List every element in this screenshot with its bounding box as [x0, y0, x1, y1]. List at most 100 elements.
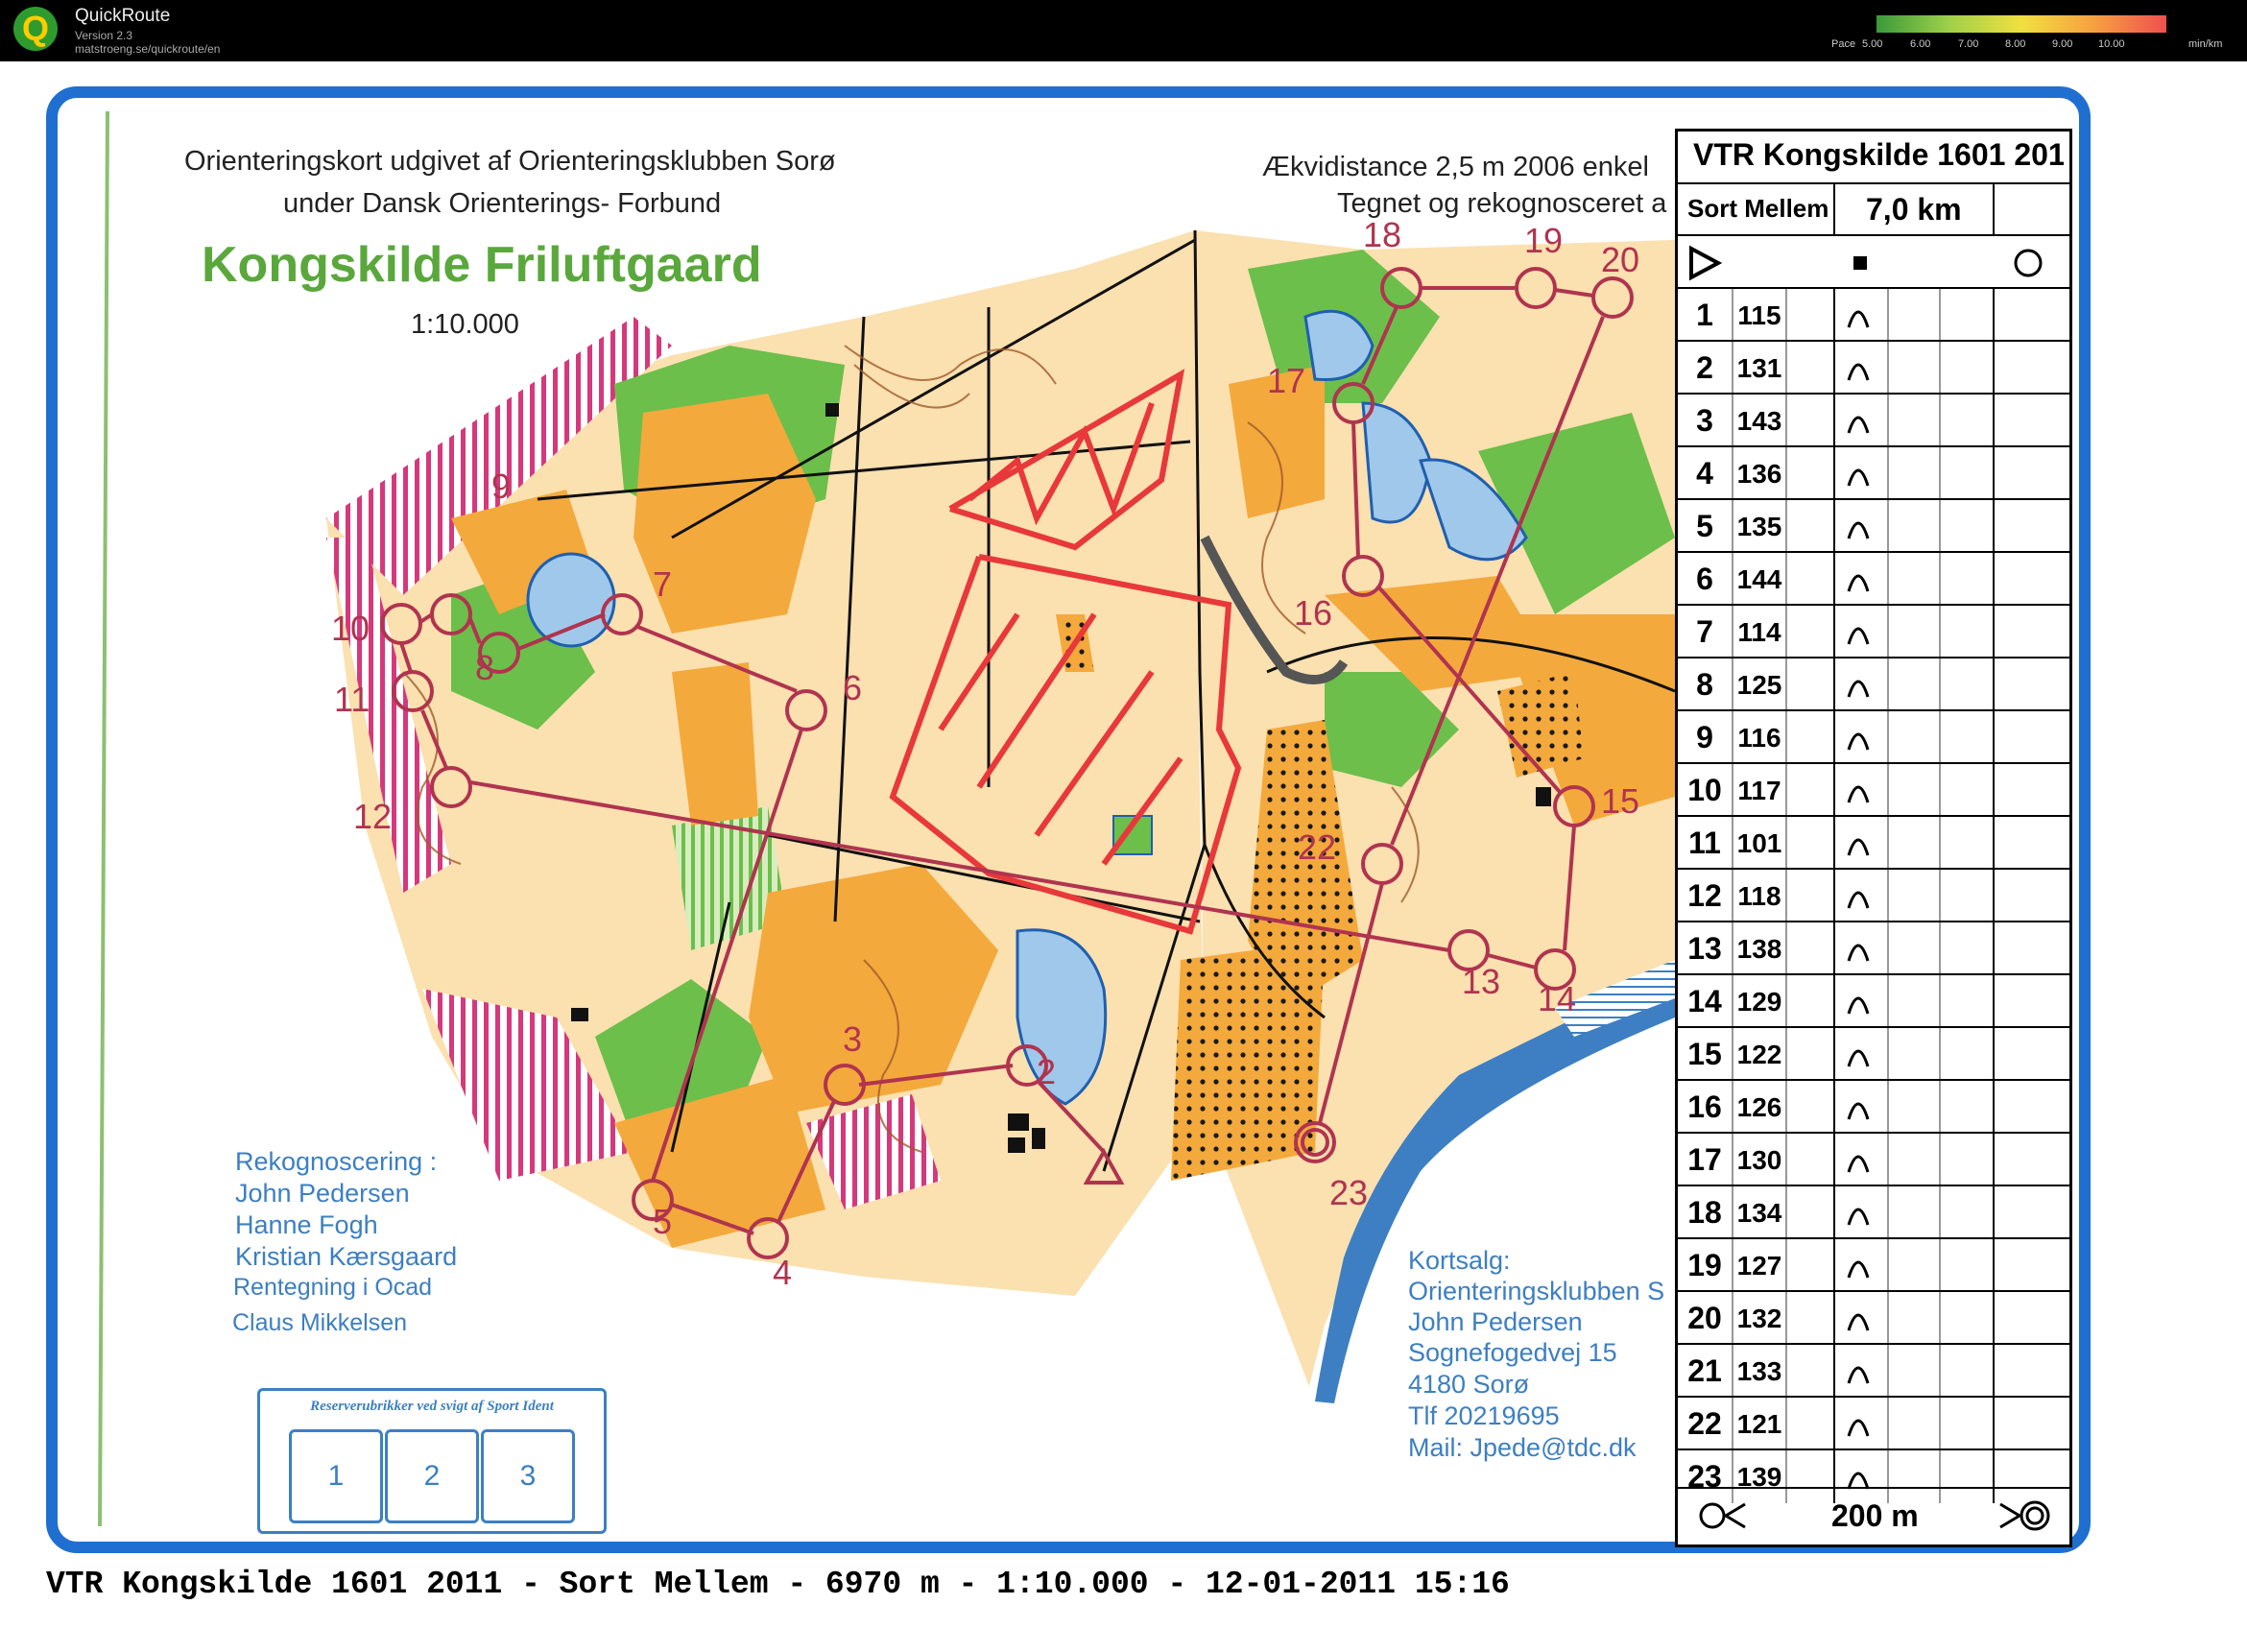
feature-icon — [1847, 1155, 1870, 1173]
control-number: 4 — [1696, 456, 1713, 491]
control-code: 118 — [1737, 881, 1781, 911]
feature-icon — [1847, 310, 1870, 328]
control-number: 7 — [1696, 614, 1713, 649]
control-label: 4 — [773, 1253, 793, 1292]
control-row: 16 126 — [1678, 1079, 2069, 1134]
control-row: 4 136 — [1678, 445, 2069, 500]
control-label: 23 — [1329, 1173, 1369, 1212]
control-number: 16 — [1687, 1089, 1722, 1124]
feature-icon — [1847, 1102, 1870, 1120]
control-number: 8 — [1696, 667, 1713, 702]
pace-tick: 10.00 — [2098, 38, 2125, 50]
control-row: 1 115 — [1678, 287, 2069, 342]
start-triangle-icon — [1689, 245, 1723, 281]
control-number: 11 — [1688, 826, 1721, 860]
location-icon — [2014, 249, 2043, 277]
credits-title: Rekognoscering : — [235, 1147, 438, 1176]
feature-icon — [1847, 1419, 1870, 1437]
control-label: 6 — [843, 668, 863, 707]
feature-icon — [1847, 468, 1870, 487]
control-number: 14 — [1687, 984, 1722, 1018]
control-label: 15 — [1601, 781, 1640, 821]
control-label: 2 — [1037, 1052, 1057, 1091]
control-label: 5 — [653, 1202, 673, 1241]
control-row: 10 117 — [1678, 762, 2069, 817]
feature-icon — [1847, 785, 1870, 803]
control-code: 130 — [1736, 1145, 1782, 1175]
course-length: 7,0 km — [1866, 192, 1962, 227]
control-code: 116 — [1737, 723, 1781, 753]
feature-icon — [1847, 1313, 1870, 1331]
control-number: 19 — [1687, 1248, 1722, 1282]
control-label: 12 — [353, 797, 393, 836]
sales-line: Sognefogedvej 15 — [1408, 1338, 1617, 1367]
control-label: 19 — [1524, 221, 1564, 260]
control-number: 13 — [1687, 931, 1722, 966]
control-row: 7 114 — [1678, 604, 2069, 658]
control-number: 6 — [1696, 562, 1713, 596]
control-number: 18 — [1687, 1195, 1722, 1230]
control-label: 13 — [1462, 962, 1501, 1001]
control-row: 20 132 — [1678, 1290, 2069, 1345]
pace-unit: min/km — [2188, 38, 2223, 50]
feature-icon — [1847, 574, 1870, 592]
finish-start-icon — [1699, 1502, 1746, 1529]
feature-icon — [1847, 944, 1870, 962]
control-description-sheet: VTR Kongskilde 1601 201 Sort Mellem 7,0 … — [1675, 129, 2072, 1547]
credit-line: Kristian Kærsgaard — [235, 1242, 458, 1271]
pace-tick: 7.00 — [1958, 38, 1979, 50]
control-label: 16 — [1294, 593, 1333, 633]
control-label: 11 — [334, 680, 371, 719]
reserve-title: Reserverubrikker ved svigt af Sport Iden… — [310, 1399, 554, 1414]
control-row: 9 116 — [1678, 709, 2069, 764]
sales-line: John Pedersen — [1408, 1307, 1583, 1336]
control-row: 13 138 — [1678, 921, 2069, 975]
reserve-box: 3 — [481, 1429, 575, 1523]
control-label: 10 — [331, 609, 371, 648]
control-label: 14 — [1538, 979, 1577, 1018]
start-row — [1678, 234, 2069, 289]
control-code: 134 — [1736, 1198, 1782, 1228]
control-code: 122 — [1736, 1040, 1782, 1069]
pace-tick: 8.00 — [2005, 38, 2026, 50]
feature-icon — [1847, 1260, 1870, 1279]
reserve-box: 1 — [289, 1429, 383, 1523]
control-number: 5 — [1696, 509, 1713, 543]
control-row: 12 118 — [1678, 868, 2069, 922]
control-row: 11 101 — [1678, 815, 2069, 870]
map-header-line1: Orienteringskort udgivet af Orienterings… — [184, 146, 836, 177]
control-row: 22 121 — [1678, 1396, 2069, 1450]
control-number: 9 — [1696, 720, 1713, 754]
map-scale: 1:10.000 — [411, 309, 519, 340]
feature-icon — [1847, 891, 1870, 909]
control-number: 22 — [1687, 1406, 1722, 1441]
credit-line: Rentegning i Ocad — [233, 1274, 433, 1301]
reserve-box: 2 — [385, 1429, 479, 1523]
control-number: 1 — [1696, 298, 1713, 332]
control-code: 129 — [1736, 987, 1782, 1017]
feature-icon — [1847, 1049, 1870, 1067]
control-code: 114 — [1737, 617, 1781, 647]
feature-icon — [1847, 1208, 1870, 1226]
finish-distance: 200 m — [1831, 1498, 1919, 1533]
control-number: 10 — [1687, 773, 1722, 807]
control-code: 131 — [1736, 353, 1782, 383]
control-row: 19 127 — [1678, 1237, 2069, 1292]
app-name: QuickRoute — [75, 6, 171, 26]
control-code: 138 — [1736, 934, 1782, 964]
control-label: 8 — [475, 648, 495, 687]
map-title: Kongskilde Friluftgaard — [202, 237, 762, 293]
control-number: 2 — [1696, 350, 1713, 385]
credit-line: Claus Mikkelsen — [232, 1309, 408, 1336]
app-version: Version 2.3 — [75, 29, 133, 42]
control-code: 136 — [1736, 459, 1782, 489]
control-label: 20 — [1601, 240, 1640, 279]
control-label: 22 — [1298, 827, 1337, 867]
sales-line: Mail: Jpede@tdc.dk — [1408, 1433, 1637, 1462]
control-row: 3 143 — [1678, 393, 2069, 447]
sales-line: 4180 Sorø — [1408, 1370, 1530, 1399]
sales-line: Tlf 20219695 — [1408, 1401, 1560, 1430]
control-code: 101 — [1736, 828, 1782, 858]
map-header-line2: under Dansk Orienterings- Forbund — [283, 188, 722, 219]
map-equidistance: Ækvidistance 2,5 m 2006 enkel — [1262, 152, 1649, 182]
